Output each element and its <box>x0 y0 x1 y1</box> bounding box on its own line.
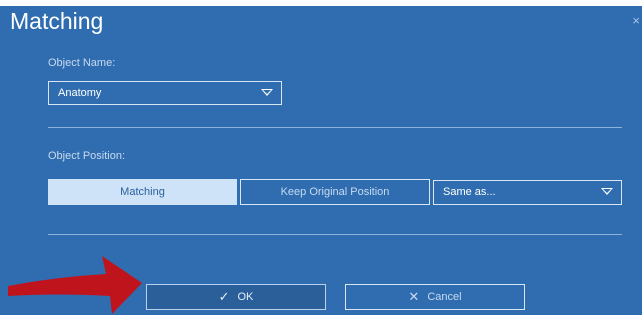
object-position-label: Object Position: <box>48 150 126 162</box>
matching-button[interactable]: Matching <box>48 179 237 205</box>
close-icon[interactable]: × <box>632 14 640 27</box>
x-icon: ✕ <box>408 289 420 304</box>
ok-label: OK <box>237 291 254 303</box>
checkmark-icon: ✓ <box>218 289 230 304</box>
same-as-value: Same as... <box>443 186 496 198</box>
divider <box>48 127 622 128</box>
object-name-dropdown[interactable]: Anatomy <box>48 81 282 105</box>
cancel-label: Cancel <box>427 291 462 303</box>
keep-original-position-button[interactable]: Keep Original Position <box>240 179 430 205</box>
divider <box>48 234 622 235</box>
dialog-title: Matching <box>10 8 104 34</box>
ok-button[interactable]: ✓ OK <box>146 284 326 310</box>
chevron-down-icon <box>261 89 273 96</box>
annotation-arrow-icon <box>8 256 142 314</box>
same-as-dropdown[interactable]: Same as... <box>433 180 622 205</box>
object-name-value: Anatomy <box>58 87 102 99</box>
cancel-button[interactable]: ✕ Cancel <box>345 284 525 310</box>
chevron-down-icon <box>601 188 613 195</box>
object-name-label: Object Name: <box>48 57 116 69</box>
